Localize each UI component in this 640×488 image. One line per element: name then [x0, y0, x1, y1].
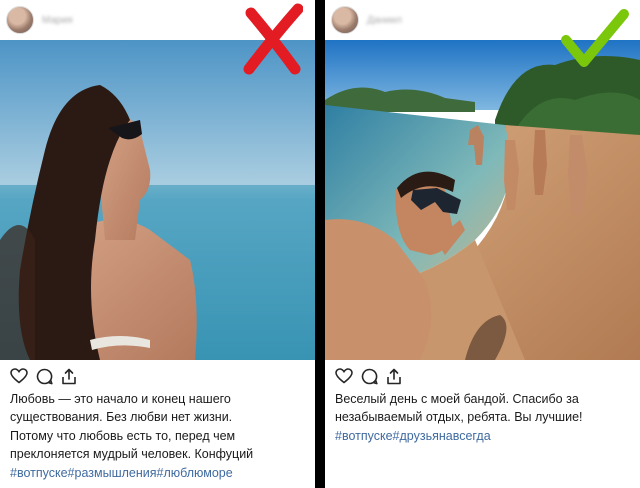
hashtags[interactable]: #вотпуске#друзьянавсегда: [335, 427, 635, 445]
post-left: Мария Любовь — это начало и конец нашего…: [0, 0, 315, 488]
share-icon[interactable]: [61, 368, 77, 385]
username[interactable]: Мария: [42, 15, 73, 26]
caption-line: Потому что любовь есть то, перед чем: [10, 428, 236, 443]
caption-line: преклоняется мудрый человек. Конфуций: [10, 447, 254, 462]
divider: [315, 0, 325, 488]
post-caption: Веселый день с моей бандой. Спасибо за н…: [335, 390, 635, 445]
comment-icon[interactable]: [36, 368, 53, 385]
caption-line: Веселый день с моей бандой. Спасибо за: [335, 392, 579, 406]
avatar[interactable]: [331, 6, 359, 34]
post-right: Даниил Веселый день с моей бандой. Спаси…: [325, 0, 640, 488]
hashtags[interactable]: #вотпуске#размышления#люблюморе: [10, 464, 310, 482]
post-actions: [335, 366, 402, 386]
cross-icon: [243, 3, 303, 75]
comment-icon[interactable]: [361, 368, 378, 385]
share-icon[interactable]: [386, 368, 402, 385]
caption-line: существования. Без любви нет жизни.: [10, 410, 233, 425]
caption-line: Любовь — это начало и конец нашего: [10, 392, 231, 406]
checkmark-icon: [561, 9, 629, 67]
post-photo[interactable]: [325, 40, 640, 360]
heart-icon[interactable]: [10, 368, 28, 384]
avatar[interactable]: [6, 6, 34, 34]
heart-icon[interactable]: [335, 368, 353, 384]
post-caption: Любовь — это начало и конец нашего сущес…: [10, 390, 310, 482]
post-actions: [10, 366, 77, 386]
caption-line: незабываемый отдых, ребята. Вы лучшие!: [335, 410, 583, 425]
username[interactable]: Даниил: [367, 15, 402, 26]
post-photo[interactable]: [0, 40, 315, 360]
